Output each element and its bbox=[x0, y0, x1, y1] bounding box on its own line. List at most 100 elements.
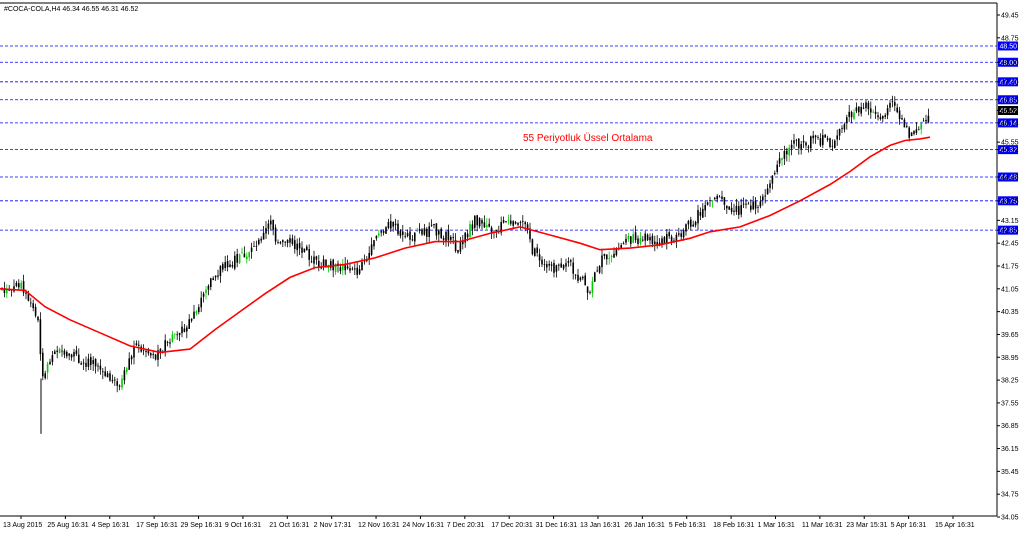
candle-body bbox=[879, 116, 882, 120]
candle-body bbox=[874, 111, 877, 114]
candle-body bbox=[697, 210, 699, 224]
candle-body bbox=[217, 275, 219, 277]
candle-body bbox=[73, 352, 75, 357]
candle-body bbox=[428, 226, 430, 237]
candle-body bbox=[814, 135, 817, 138]
candle-body bbox=[438, 230, 440, 235]
candle-body bbox=[637, 238, 639, 244]
candle-body bbox=[555, 265, 558, 272]
candle-body bbox=[87, 358, 90, 367]
candle-body bbox=[78, 354, 80, 363]
candle-body bbox=[759, 201, 762, 207]
candle-body bbox=[358, 269, 361, 274]
candle-body bbox=[85, 362, 87, 367]
candle-body bbox=[416, 230, 418, 232]
x-tick-label: 17 Dec 20:31 bbox=[491, 522, 533, 529]
candle-body bbox=[214, 275, 217, 278]
candle-body bbox=[913, 131, 915, 134]
candle-body bbox=[421, 229, 423, 235]
candle-body bbox=[738, 206, 740, 215]
candle-body bbox=[654, 241, 656, 245]
candle-body bbox=[186, 327, 188, 332]
candle-body bbox=[891, 101, 894, 103]
candle-body bbox=[18, 283, 20, 288]
candle-body bbox=[925, 119, 927, 122]
candle-body bbox=[783, 150, 786, 159]
candle-body bbox=[762, 196, 764, 201]
candle-body bbox=[234, 255, 236, 269]
candle-body bbox=[829, 138, 831, 147]
candle-body bbox=[253, 246, 255, 247]
candle-body bbox=[625, 238, 627, 243]
candle-body bbox=[51, 355, 54, 363]
level-price-label: 48.50 bbox=[1000, 43, 1018, 50]
y-tick-label: 42.85 bbox=[1001, 228, 1019, 235]
candle-body bbox=[788, 147, 790, 156]
candle-body bbox=[142, 349, 145, 351]
candle-body bbox=[836, 135, 838, 140]
candle-body bbox=[409, 231, 411, 240]
candle-body bbox=[877, 115, 879, 118]
candle-body bbox=[306, 246, 308, 251]
candle-body bbox=[589, 291, 591, 293]
candle-body bbox=[260, 238, 262, 241]
candle-body bbox=[927, 115, 930, 123]
candle-body bbox=[661, 238, 663, 244]
candle-body bbox=[440, 228, 442, 239]
candle-body bbox=[152, 354, 154, 355]
candle-body bbox=[150, 353, 152, 356]
x-tick-label: 15 Apr 16:31 bbox=[935, 522, 975, 529]
candle-body bbox=[200, 297, 202, 308]
price-chart[interactable]: #COCA-COLA,H4 46.34 46.55 46.31 46.52 48… bbox=[0, 0, 1024, 534]
candle-body bbox=[577, 274, 579, 281]
candle-body bbox=[692, 224, 694, 227]
y-tick-label: 41.05 bbox=[1001, 286, 1019, 293]
y-tick-label: 34.05 bbox=[1001, 515, 1019, 522]
candle-body bbox=[685, 224, 687, 232]
candle-body bbox=[354, 268, 356, 270]
candle-body bbox=[486, 225, 488, 228]
candle-body bbox=[224, 262, 226, 269]
candle-body bbox=[704, 205, 706, 211]
candle-body bbox=[632, 234, 634, 243]
candle-body bbox=[764, 195, 766, 197]
candle-body bbox=[514, 221, 517, 224]
x-tick-label: 9 Oct 16:31 bbox=[225, 522, 261, 529]
candle-body bbox=[639, 238, 642, 244]
y-tick-label: 48.75 bbox=[1001, 35, 1019, 42]
candle-body bbox=[387, 221, 390, 229]
x-tick-label: 24 Nov 16:31 bbox=[402, 522, 444, 529]
candle-body bbox=[716, 195, 718, 200]
candle-body bbox=[282, 240, 284, 243]
candle-body bbox=[488, 223, 490, 227]
candle-body bbox=[848, 111, 850, 117]
candle-body bbox=[378, 233, 380, 236]
candle-body bbox=[265, 228, 267, 234]
candle-body bbox=[102, 371, 104, 373]
candle-body bbox=[296, 243, 298, 251]
candle-body bbox=[774, 172, 776, 175]
candle-body bbox=[176, 334, 178, 336]
candle-body bbox=[507, 219, 510, 221]
candle-body bbox=[754, 200, 757, 209]
candle-body bbox=[805, 142, 807, 146]
candle-body bbox=[802, 140, 805, 143]
candle-body bbox=[447, 229, 450, 240]
y-axis: 49.45 48.75 48.00 47.40 46.85 46.52 46.14 45.55… bbox=[997, 13, 1019, 522]
candle-body bbox=[546, 264, 548, 268]
y-tick-label: 46.85 bbox=[1001, 97, 1019, 104]
candle-body bbox=[27, 293, 30, 301]
candle-body bbox=[512, 221, 514, 226]
candle-body bbox=[63, 350, 66, 355]
candle-body bbox=[114, 379, 116, 381]
x-tick-label: 13 Jan 16:31 bbox=[580, 522, 621, 529]
candle-body bbox=[435, 223, 438, 236]
y-tick-label: 48.00 bbox=[1001, 60, 1019, 67]
y-tick-label: 46.14 bbox=[1001, 120, 1019, 127]
candle-body bbox=[757, 206, 759, 208]
candle-body bbox=[901, 118, 903, 120]
x-tick-label: 12 Nov 16:31 bbox=[358, 522, 400, 529]
candle-body bbox=[721, 196, 723, 199]
candle-body bbox=[610, 255, 613, 257]
candle-body bbox=[606, 254, 608, 260]
